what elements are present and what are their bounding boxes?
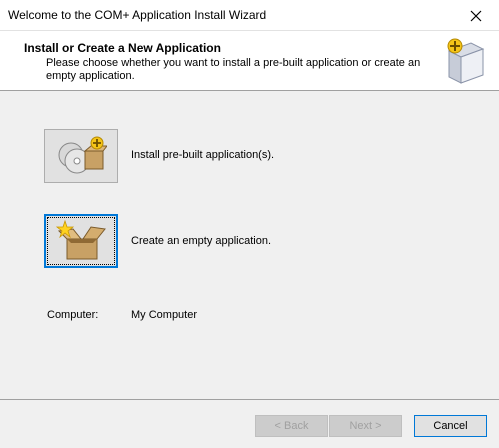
install-prebuilt-button[interactable]: [44, 129, 118, 183]
close-button[interactable]: [453, 0, 499, 31]
create-empty-button[interactable]: [44, 214, 118, 268]
header-description: Please choose whether you want to instal…: [46, 57, 421, 82]
install-prebuilt-label: Install pre-built application(s).: [131, 149, 275, 161]
cancel-button[interactable]: Cancel: [414, 415, 487, 437]
computer-label: Computer:: [47, 309, 99, 321]
wizard-header: Install or Create a New Application Plea…: [0, 31, 499, 91]
create-empty-label: Create an empty application.: [131, 235, 272, 247]
title-bar: Welcome to the COM+ Application Install …: [0, 0, 499, 31]
header-title: Install or Create a New Application: [24, 41, 221, 55]
back-button[interactable]: < Back: [255, 415, 328, 437]
footer-divider: [0, 399, 499, 400]
new-box-icon: [55, 219, 106, 260]
close-icon: [470, 10, 482, 21]
cd-box-icon: [58, 136, 107, 174]
computer-value: My Computer: [131, 309, 198, 321]
next-button[interactable]: Next >: [329, 415, 402, 437]
com-package-icon: [447, 38, 485, 84]
window-title: Welcome to the COM+ Application Install …: [8, 8, 267, 22]
